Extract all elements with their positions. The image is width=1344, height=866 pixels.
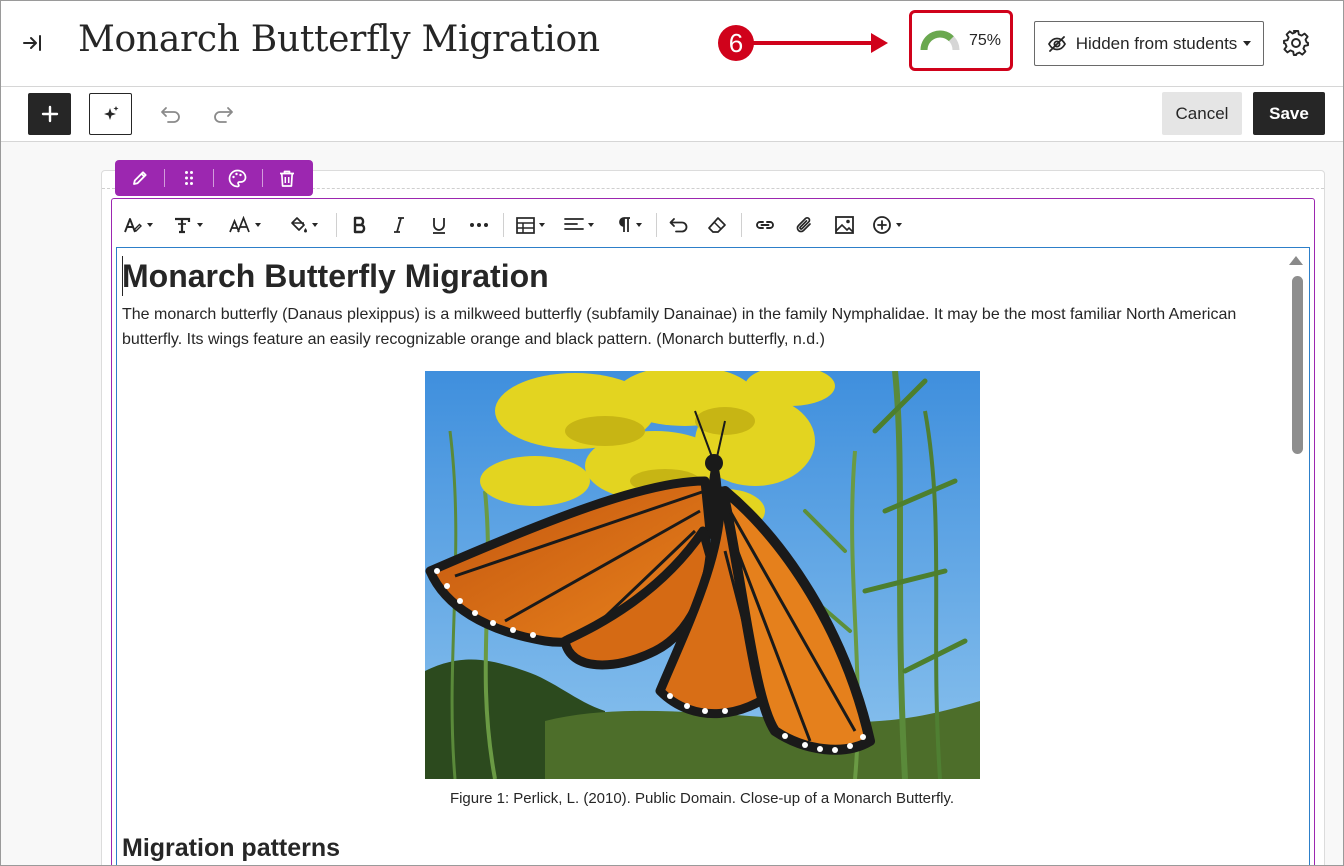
collapse-panel-button[interactable] — [15, 27, 49, 59]
attachment-icon — [796, 217, 811, 233]
clear-format-icon — [708, 217, 726, 233]
page-title: Monarch Butterfly Migration — [78, 19, 600, 60]
settings-button[interactable] — [1279, 26, 1313, 60]
eye-slash-icon — [1047, 35, 1066, 52]
chevron-down-icon — [255, 223, 261, 227]
chevron-down-icon — [636, 223, 642, 227]
editor-scrollbar[interactable] — [1287, 248, 1309, 865]
toolbar-divider — [503, 213, 504, 237]
bold-icon — [353, 216, 366, 234]
drag-handle-icon — [184, 171, 193, 185]
fill-color-dropdown[interactable] — [274, 208, 332, 242]
alignment-dropdown[interactable] — [552, 208, 606, 242]
redo-icon — [214, 107, 233, 123]
undo-icon — [669, 218, 688, 233]
step-number-badge: 6 — [718, 25, 754, 61]
format-toolbar — [116, 203, 1310, 247]
insert-content-dropdown[interactable] — [864, 208, 910, 242]
text-style-icon — [175, 217, 191, 234]
accessibility-score-value: 75% — [969, 32, 1002, 49]
document-paragraph[interactable]: The monarch butterfly (Danaus plexippus)… — [122, 302, 1290, 352]
visibility-dropdown[interactable]: Hidden from students — [1034, 21, 1264, 66]
block-style-button[interactable] — [213, 160, 262, 196]
more-formatting-button[interactable] — [459, 208, 499, 242]
save-button[interactable]: Save — [1253, 92, 1325, 135]
bold-button[interactable] — [341, 208, 379, 242]
undo-icon — [161, 107, 180, 123]
app-window: Monarch Butterfly Migration 6 75% Hidden… — [0, 0, 1344, 866]
toolbar-divider — [741, 213, 742, 237]
palette-icon — [228, 169, 247, 187]
document-heading[interactable]: Monarch Butterfly Migration — [122, 258, 549, 295]
font-size-dropdown[interactable] — [216, 208, 274, 242]
clear-formatting-button[interactable] — [697, 208, 737, 242]
insert-icon — [873, 216, 891, 234]
underline-button[interactable] — [419, 208, 459, 242]
paragraph-dropdown[interactable] — [606, 208, 652, 242]
paragraph-icon — [619, 217, 630, 232]
more-icon — [470, 223, 488, 227]
insert-link-button[interactable] — [746, 208, 784, 242]
attach-file-button[interactable] — [784, 208, 824, 242]
fill-color-icon — [291, 217, 307, 233]
trash-icon — [279, 170, 294, 187]
chevron-down-icon — [197, 223, 203, 227]
editor-undo-button[interactable] — [661, 208, 697, 242]
annotation-arrow-head — [871, 33, 888, 53]
cancel-button[interactable]: Cancel — [1162, 92, 1242, 135]
chevron-down-icon — [588, 223, 594, 227]
accessibility-score-button[interactable]: 75% — [919, 23, 1009, 59]
ai-assist-button[interactable] — [89, 93, 132, 135]
editor-toolbar: Cancel Save — [1, 87, 1343, 142]
scrollbar-thumb[interactable] — [1292, 276, 1303, 454]
score-gauge-icon — [920, 30, 960, 51]
edit-block-button[interactable] — [115, 160, 164, 196]
butterfly-image-drawing — [425, 371, 980, 779]
add-content-button[interactable] — [28, 93, 71, 135]
chevron-down-icon — [312, 223, 318, 227]
text-style-dropdown[interactable] — [160, 208, 216, 242]
chevron-down-icon — [896, 223, 902, 227]
italic-icon — [394, 217, 404, 233]
image-caption: Figure 1: Perlick, L. (2010). Public Dom… — [449, 790, 955, 807]
image-icon — [834, 216, 854, 234]
chevron-down-icon — [1243, 41, 1252, 46]
table-icon — [515, 216, 535, 234]
plus-icon — [41, 105, 58, 123]
toolbar-divider — [336, 213, 337, 237]
scroll-up-arrow-icon[interactable] — [1289, 256, 1303, 265]
rich-text-editor: Monarch Butterfly Migration The monarch … — [111, 198, 1315, 865]
underline-icon — [433, 218, 445, 234]
paragraph-style-icon — [124, 218, 142, 233]
page-header: Monarch Butterfly Migration 6 75% Hidden… — [1, 1, 1343, 87]
monarch-butterfly-photo[interactable] — [425, 371, 980, 779]
italic-button[interactable] — [379, 208, 419, 242]
pencil-icon — [132, 171, 147, 185]
link-icon — [756, 221, 774, 229]
gear-icon — [1283, 30, 1309, 56]
editor-content-area[interactable]: Monarch Butterfly Migration The monarch … — [116, 247, 1310, 865]
block-toolbar — [115, 160, 313, 196]
visibility-label: Hidden from students — [1075, 33, 1238, 53]
font-size-icon — [229, 216, 250, 233]
insert-image-button[interactable] — [824, 208, 864, 242]
collapse-panel-icon — [23, 35, 41, 51]
align-icon — [564, 218, 584, 230]
chevron-down-icon — [147, 223, 153, 227]
redo-button[interactable] — [208, 99, 238, 129]
delete-block-button[interactable] — [262, 160, 311, 196]
ai-sparkle-icon — [103, 106, 118, 120]
table-dropdown[interactable] — [508, 208, 552, 242]
chevron-down-icon — [538, 223, 545, 227]
paragraph-style-dropdown[interactable] — [116, 208, 160, 242]
toolbar-divider — [656, 213, 657, 237]
drag-block-handle[interactable] — [164, 160, 213, 196]
undo-button[interactable] — [156, 99, 186, 129]
annotation-arrow — [753, 41, 875, 45]
section-heading[interactable]: Migration patterns — [122, 834, 340, 863]
